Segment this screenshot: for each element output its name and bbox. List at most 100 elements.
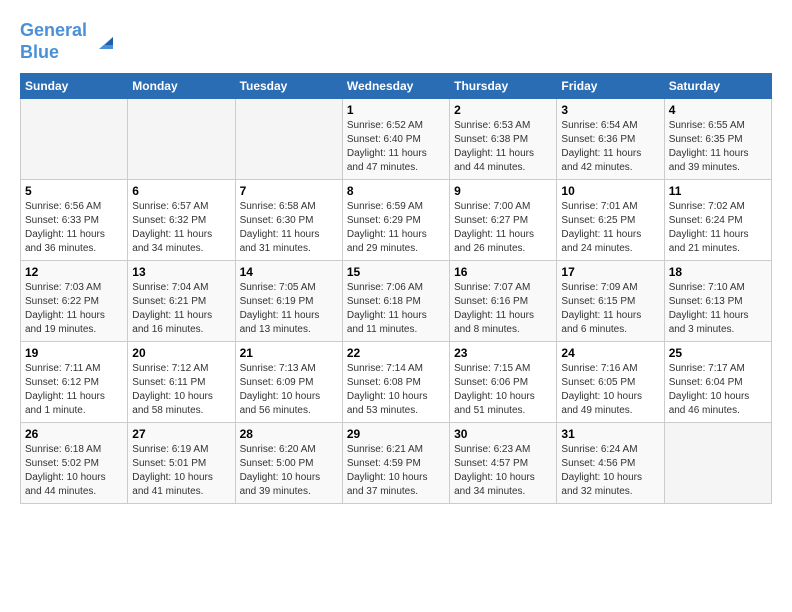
day-info: Sunrise: 7:16 AM Sunset: 6:05 PM Dayligh…	[561, 362, 659, 418]
day-info: Sunrise: 7:12 AM Sunset: 6:11 PM Dayligh…	[132, 362, 230, 418]
calendar-week-row: 1 Sunrise: 6:52 AM Sunset: 6:40 PM Daylig…	[21, 99, 772, 180]
day-number: 21	[240, 346, 338, 360]
calendar-cell	[664, 423, 771, 504]
calendar-cell: 24 Sunrise: 7:16 AM Sunset: 6:05 PM Dayli…	[557, 342, 664, 423]
day-number: 6	[132, 184, 230, 198]
day-number: 19	[25, 346, 123, 360]
day-number: 17	[561, 265, 659, 279]
day-info: Sunrise: 7:14 AM Sunset: 6:08 PM Dayligh…	[347, 362, 445, 418]
day-number: 25	[669, 346, 767, 360]
day-number: 11	[669, 184, 767, 198]
day-info: Sunrise: 6:55 AM Sunset: 6:35 PM Dayligh…	[669, 119, 767, 175]
day-header-monday: Monday	[128, 74, 235, 99]
day-number: 2	[454, 103, 552, 117]
day-number: 16	[454, 265, 552, 279]
calendar-cell: 5Sunrise: 6:56 AM Sunset: 6:33 PM Daylig…	[21, 180, 128, 261]
day-number: 8	[347, 184, 445, 198]
day-info: Sunrise: 6:59 AM Sunset: 6:29 PM Dayligh…	[347, 200, 445, 256]
day-info: Sunrise: 7:09 AM Sunset: 6:15 PM Dayligh…	[561, 281, 659, 337]
day-info: Sunrise: 6:21 AM Sunset: 4:59 PM Dayligh…	[347, 443, 445, 499]
day-number: 7	[240, 184, 338, 198]
day-info: Sunrise: 7:02 AM Sunset: 6:24 PM Dayligh…	[669, 200, 767, 256]
day-header-saturday: Saturday	[664, 74, 771, 99]
day-number: 31	[561, 427, 659, 441]
day-number: 26	[25, 427, 123, 441]
calendar-week-row: 19 Sunrise: 7:11 AM Sunset: 6:12 PM Dayli…	[21, 342, 772, 423]
calendar-cell: 1 Sunrise: 6:52 AM Sunset: 6:40 PM Daylig…	[342, 99, 449, 180]
day-info: Sunrise: 7:01 AM Sunset: 6:25 PM Dayligh…	[561, 200, 659, 256]
calendar-cell: 14Sunrise: 7:05 AM Sunset: 6:19 PM Dayli…	[235, 261, 342, 342]
day-info: Sunrise: 7:11 AM Sunset: 6:12 PM Dayligh…	[25, 362, 123, 418]
day-number: 27	[132, 427, 230, 441]
day-info: Sunrise: 6:57 AM Sunset: 6:32 PM Dayligh…	[132, 200, 230, 256]
calendar-cell: 12Sunrise: 7:03 AM Sunset: 6:22 PM Dayli…	[21, 261, 128, 342]
day-info: Sunrise: 7:10 AM Sunset: 6:13 PM Dayligh…	[669, 281, 767, 337]
day-number: 20	[132, 346, 230, 360]
day-info: Sunrise: 7:07 AM Sunset: 6:16 PM Dayligh…	[454, 281, 552, 337]
calendar-cell: 2Sunrise: 6:53 AM Sunset: 6:38 PM Daylig…	[450, 99, 557, 180]
day-info: Sunrise: 6:52 AM Sunset: 6:40 PM Dayligh…	[347, 119, 445, 175]
day-info: Sunrise: 6:23 AM Sunset: 4:57 PM Dayligh…	[454, 443, 552, 499]
calendar-cell: 28Sunrise: 6:20 AM Sunset: 5:00 PM Dayli…	[235, 423, 342, 504]
day-number: 23	[454, 346, 552, 360]
calendar-cell	[128, 99, 235, 180]
day-number: 24	[561, 346, 659, 360]
day-number: 13	[132, 265, 230, 279]
day-info: Sunrise: 7:04 AM Sunset: 6:21 PM Dayligh…	[132, 281, 230, 337]
calendar-cell: 9 Sunrise: 7:00 AM Sunset: 6:27 PM Daylig…	[450, 180, 557, 261]
day-header-friday: Friday	[557, 74, 664, 99]
calendar-table: SundayMondayTuesdayWednesdayThursdayFrid…	[20, 73, 772, 504]
day-number: 29	[347, 427, 445, 441]
calendar-week-row: 12Sunrise: 7:03 AM Sunset: 6:22 PM Dayli…	[21, 261, 772, 342]
calendar-cell: 29 Sunrise: 6:21 AM Sunset: 4:59 PM Dayli…	[342, 423, 449, 504]
day-number: 30	[454, 427, 552, 441]
calendar-header-row: SundayMondayTuesdayWednesdayThursdayFrid…	[21, 74, 772, 99]
calendar-cell: 27 Sunrise: 6:19 AM Sunset: 5:01 PM Dayli…	[128, 423, 235, 504]
logo-general: General	[20, 20, 87, 40]
calendar-cell: 13 Sunrise: 7:04 AM Sunset: 6:21 PM Dayli…	[128, 261, 235, 342]
calendar-cell: 8 Sunrise: 6:59 AM Sunset: 6:29 PM Daylig…	[342, 180, 449, 261]
calendar-cell: 17 Sunrise: 7:09 AM Sunset: 6:15 PM Dayli…	[557, 261, 664, 342]
calendar-cell: 19 Sunrise: 7:11 AM Sunset: 6:12 PM Dayli…	[21, 342, 128, 423]
day-info: Sunrise: 6:54 AM Sunset: 6:36 PM Dayligh…	[561, 119, 659, 175]
day-info: Sunrise: 7:17 AM Sunset: 6:04 PM Dayligh…	[669, 362, 767, 418]
calendar-cell: 16 Sunrise: 7:07 AM Sunset: 6:16 PM Dayli…	[450, 261, 557, 342]
day-info: Sunrise: 7:06 AM Sunset: 6:18 PM Dayligh…	[347, 281, 445, 337]
calendar-cell	[235, 99, 342, 180]
day-number: 18	[669, 265, 767, 279]
day-info: Sunrise: 7:00 AM Sunset: 6:27 PM Dayligh…	[454, 200, 552, 256]
day-info: Sunrise: 7:15 AM Sunset: 6:06 PM Dayligh…	[454, 362, 552, 418]
calendar-cell: 11 Sunrise: 7:02 AM Sunset: 6:24 PM Dayli…	[664, 180, 771, 261]
logo-icon	[91, 27, 121, 57]
day-info: Sunrise: 6:58 AM Sunset: 6:30 PM Dayligh…	[240, 200, 338, 256]
day-info: Sunrise: 7:13 AM Sunset: 6:09 PM Dayligh…	[240, 362, 338, 418]
page-header: General Blue	[20, 20, 772, 63]
logo-blue: Blue	[20, 42, 59, 62]
day-header-tuesday: Tuesday	[235, 74, 342, 99]
logo-text: General Blue	[20, 20, 87, 63]
calendar-week-row: 5Sunrise: 6:56 AM Sunset: 6:33 PM Daylig…	[21, 180, 772, 261]
day-info: Sunrise: 7:03 AM Sunset: 6:22 PM Dayligh…	[25, 281, 123, 337]
calendar-cell: 26Sunrise: 6:18 AM Sunset: 5:02 PM Dayli…	[21, 423, 128, 504]
day-number: 22	[347, 346, 445, 360]
logo: General Blue	[20, 20, 121, 63]
day-header-wednesday: Wednesday	[342, 74, 449, 99]
day-number: 3	[561, 103, 659, 117]
day-info: Sunrise: 6:24 AM Sunset: 4:56 PM Dayligh…	[561, 443, 659, 499]
day-number: 10	[561, 184, 659, 198]
day-number: 9	[454, 184, 552, 198]
calendar-cell: 18 Sunrise: 7:10 AM Sunset: 6:13 PM Dayli…	[664, 261, 771, 342]
day-number: 14	[240, 265, 338, 279]
day-info: Sunrise: 6:56 AM Sunset: 6:33 PM Dayligh…	[25, 200, 123, 256]
calendar-cell: 6 Sunrise: 6:57 AM Sunset: 6:32 PM Daylig…	[128, 180, 235, 261]
calendar-cell: 30 Sunrise: 6:23 AM Sunset: 4:57 PM Dayli…	[450, 423, 557, 504]
day-number: 4	[669, 103, 767, 117]
calendar-cell: 7 Sunrise: 6:58 AM Sunset: 6:30 PM Daylig…	[235, 180, 342, 261]
calendar-cell: 21 Sunrise: 7:13 AM Sunset: 6:09 PM Dayli…	[235, 342, 342, 423]
calendar-cell: 15Sunrise: 7:06 AM Sunset: 6:18 PM Dayli…	[342, 261, 449, 342]
calendar-cell: 25 Sunrise: 7:17 AM Sunset: 6:04 PM Dayli…	[664, 342, 771, 423]
day-header-thursday: Thursday	[450, 74, 557, 99]
day-info: Sunrise: 6:19 AM Sunset: 5:01 PM Dayligh…	[132, 443, 230, 499]
calendar-cell: 10 Sunrise: 7:01 AM Sunset: 6:25 PM Dayli…	[557, 180, 664, 261]
day-number: 1	[347, 103, 445, 117]
